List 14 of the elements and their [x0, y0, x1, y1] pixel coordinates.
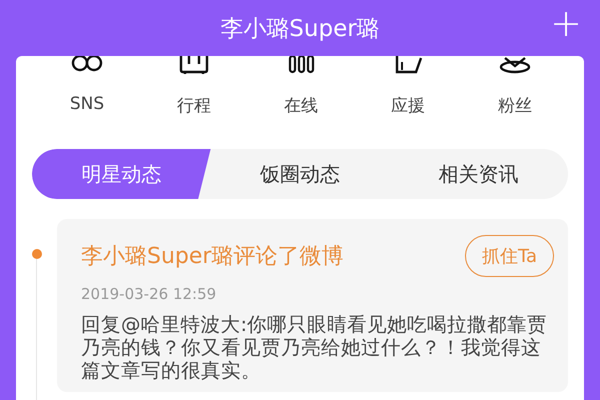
- shortcut-label[interactable]: SNS: [70, 94, 104, 114]
- shortcut-label[interactable]: 应援: [391, 94, 425, 117]
- add-button[interactable]: +: [546, 4, 586, 42]
- post-time: 2019-03-26 12:59: [81, 285, 218, 303]
- tab[interactable]: 明星动态: [32, 149, 211, 199]
- page-title: 李小璐Super璐: [220, 14, 380, 44]
- tab[interactable]: 饭圈动态: [210, 149, 390, 199]
- shortcut-label[interactable]: 行程: [177, 94, 211, 117]
- timeline-dot: [32, 249, 42, 259]
- shortcut-label[interactable]: 在线: [284, 94, 318, 117]
- shortcut-label[interactable]: 粉丝: [498, 94, 532, 117]
- tab[interactable]: 相关资讯: [389, 149, 568, 199]
- post-text: 回复@哈里特波大:你哪只眼睛看见她吃喝拉撒都靠贾乃亮的钱？你又看见贾乃亮给她过什么？！我觉得这篇文章写的很真实。: [81, 313, 548, 382]
- post-title: 李小璐Super璐评论了微博: [81, 243, 344, 271]
